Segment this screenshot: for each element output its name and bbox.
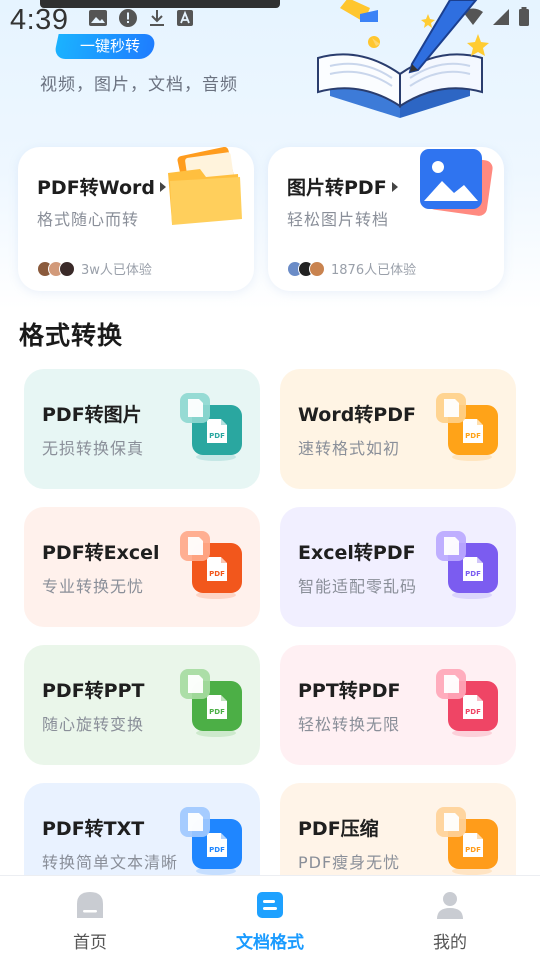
feature-subtitle: 随心旋转变换	[42, 715, 145, 734]
user-count-row: 1876人已体验	[287, 259, 416, 278]
svg-text:PDF: PDF	[209, 708, 225, 716]
text-input-icon	[177, 10, 193, 26]
svg-text:PDF: PDF	[465, 846, 481, 854]
feature-title: Excel转PDF	[298, 542, 416, 564]
feature-title: Word转PDF	[298, 404, 416, 426]
book-illustration-icon	[317, 0, 489, 118]
avatar	[309, 260, 325, 277]
user-avatars	[37, 260, 75, 277]
nav-label: 首页	[73, 933, 107, 953]
nav-label: 我的	[433, 933, 467, 953]
svg-text:PDF: PDF	[465, 432, 481, 440]
profile-icon	[437, 892, 463, 919]
image-icon	[420, 149, 493, 216]
card-subtitle: 轻松图片转档	[287, 210, 390, 229]
feature-title: PDF转图片	[42, 404, 142, 426]
nav-document-format[interactable]: 文档格式	[180, 876, 360, 960]
pdf-to-txt-icon: PDF	[180, 807, 242, 875]
card-subtitle: 格式随心而转	[37, 210, 140, 229]
svg-text:PDF: PDF	[465, 708, 481, 716]
feature-subtitle: 轻松转换无限	[298, 715, 401, 734]
feature-subtitle: 转换简单文本清晰	[42, 853, 179, 872]
feature-subtitle: 专业转换无忧	[42, 577, 145, 596]
pdf-to-excel-icon: PDF	[180, 531, 242, 599]
feature-subtitle: PDF瘦身无忧	[298, 853, 401, 872]
gallery-icon	[89, 10, 107, 26]
status-time: 4:39	[10, 4, 69, 36]
svg-text:PDF: PDF	[209, 570, 225, 578]
pdf-compress-icon: PDF	[436, 807, 498, 875]
nav-label: 文档格式	[236, 933, 304, 953]
avatar	[59, 260, 75, 277]
feature-card-pdf-to-excel[interactable]: PDF转Excel 专业转换无忧 PDF	[24, 507, 260, 627]
excel-to-pdf-icon: PDF	[436, 531, 498, 599]
pdf-to-image-icon: PDF	[180, 393, 242, 461]
feature-title: PDF压缩	[298, 818, 379, 840]
feature-card-pdf-to-image[interactable]: PDF转图片 无损转换保真 PDF	[24, 369, 260, 489]
feature-card-excel-to-pdf[interactable]: Excel转PDF 智能适配零乱码 PDF	[280, 507, 516, 627]
card-title-label: 图片转PDF	[287, 177, 387, 199]
feature-title: PPT转PDF	[298, 680, 401, 702]
feature-subtitle: 智能适配零乱码	[298, 577, 418, 596]
user-count-row: 3w人已体验	[37, 259, 152, 278]
nav-profile[interactable]: 我的	[360, 876, 540, 960]
feature-card-pdf-to-ppt[interactable]: PDF转PPT 随心旋转变换 PDF	[24, 645, 260, 765]
user-count: 3w人已体验	[81, 263, 152, 278]
feature-title: PDF转TXT	[42, 818, 145, 840]
download-icon	[150, 10, 164, 26]
feature-subtitle: 无损转换保真	[42, 439, 145, 458]
status-notification-icons	[88, 8, 194, 28]
pdf-to-ppt-icon: PDF	[180, 669, 242, 737]
folder-icon	[168, 147, 242, 225]
word-to-pdf-icon: PDF	[436, 393, 498, 461]
ppt-to-pdf-icon: PDF	[436, 669, 498, 737]
feature-card-ppt-to-pdf[interactable]: PPT转PDF 轻松转换无限 PDF	[280, 645, 516, 765]
alert-icon	[119, 9, 137, 27]
card-title: PDF转Word	[37, 173, 167, 200]
section-title: 格式转换	[19, 321, 124, 350]
svg-text:PDF: PDF	[209, 432, 225, 440]
feature-subtitle: 速转格式如初	[298, 439, 401, 458]
hero-subtitle: 视频，图片，文档，音频	[40, 75, 238, 95]
document-format-icon	[257, 892, 283, 918]
one-click-badge-label: 一键秒转	[80, 37, 141, 55]
one-click-badge: 一键秒转	[53, 34, 157, 59]
arrow-right-icon	[391, 181, 398, 192]
home-icon	[77, 892, 103, 918]
nav-home[interactable]: 首页	[0, 876, 180, 960]
card-image-to-pdf[interactable]: 图片转PDF 轻松图片转档 1876人已体验	[268, 147, 504, 291]
feature-card-word-to-pdf[interactable]: Word转PDF 速转格式如初 PDF	[280, 369, 516, 489]
battery-icon	[519, 7, 529, 26]
card-pdf-to-word[interactable]: PDF转Word 格式随心而转 3w人已体验	[18, 147, 254, 291]
card-title-label: PDF转Word	[37, 177, 155, 199]
bottom-navigation: 首页 文档格式 我的	[0, 875, 540, 960]
user-count: 1876人已体验	[331, 263, 417, 278]
feature-title: PDF转PPT	[42, 680, 145, 702]
svg-text:PDF: PDF	[209, 846, 225, 854]
svg-text:PDF: PDF	[465, 570, 481, 578]
user-avatars	[287, 260, 325, 277]
hero-title-decoration	[40, 0, 280, 8]
card-title: 图片转PDF	[287, 173, 399, 200]
feature-title: PDF转Excel	[42, 542, 160, 564]
